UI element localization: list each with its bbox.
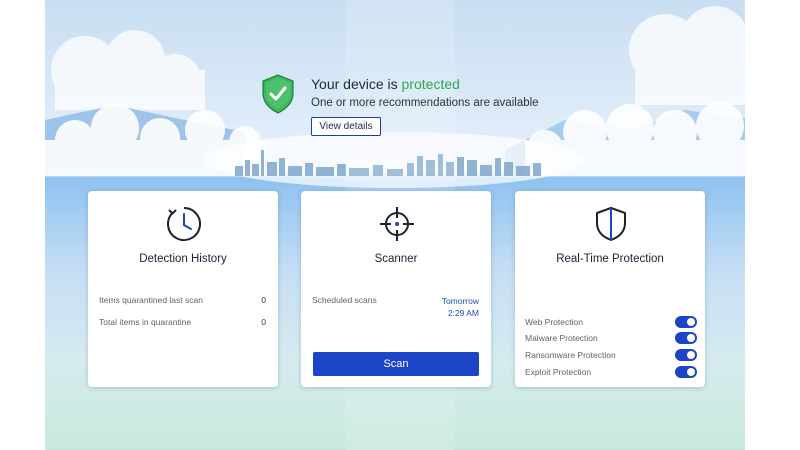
real-time-protection-title: Real-Time Protection <box>556 253 664 265</box>
malware-protection-row: Malware Protection <box>525 332 697 346</box>
scheduled-scans-label: Scheduled scans <box>312 295 377 305</box>
app-window: Your device is protected One or more rec… <box>45 0 745 450</box>
status-protected-text: protected <box>401 76 460 92</box>
scan-button[interactable]: Scan <box>313 352 479 376</box>
total-quarantine-label: Total items in quarantine <box>99 317 192 327</box>
ransomware-protection-label: Ransomware Protection <box>525 350 616 360</box>
detection-history-title: Detection History <box>139 253 227 265</box>
status-subtitle: One or more recommendations are availabl… <box>311 97 539 109</box>
web-protection-row: Web Protection <box>525 316 697 330</box>
clock-icon <box>166 206 202 242</box>
malware-protection-toggle[interactable] <box>675 332 697 344</box>
crosshair-icon <box>379 206 415 242</box>
exploit-protection-toggle[interactable] <box>675 366 697 378</box>
scheduled-scan-day: Tomorrow <box>441 296 479 306</box>
page: Your device is protected One or more rec… <box>0 0 800 450</box>
web-protection-label: Web Protection <box>525 317 583 327</box>
status-title: Your device is protected <box>311 76 460 92</box>
ransomware-protection-row: Ransomware Protection <box>525 349 697 363</box>
view-details-button[interactable]: View details <box>311 117 381 136</box>
exploit-protection-row: Exploit Protection <box>525 366 697 380</box>
quarantined-last-scan-label: Items quarantined last scan <box>99 295 203 305</box>
status-banner: Your device is protected One or more rec… <box>261 72 591 142</box>
scheduled-scan-clock: 2:29 AM <box>447 308 479 318</box>
detection-history-card[interactable]: Detection History Items quarantined last… <box>88 191 278 387</box>
toggle-knob <box>687 334 695 342</box>
quarantined-last-scan-value: 0 <box>261 295 266 305</box>
malware-protection-label: Malware Protection <box>525 333 598 343</box>
web-protection-toggle[interactable] <box>675 316 697 328</box>
scanner-card[interactable]: Scanner Scheduled scans Tomorrow 2:29 AM… <box>301 191 491 387</box>
total-quarantine-value: 0 <box>261 317 266 327</box>
toggle-knob <box>687 368 695 376</box>
status-title-prefix: Your device is <box>311 76 402 92</box>
toggle-knob <box>687 318 695 326</box>
ransomware-protection-toggle[interactable] <box>675 349 697 361</box>
scanner-title: Scanner <box>374 253 418 265</box>
scheduled-scan-time[interactable]: Tomorrow 2:29 AM <box>442 295 479 319</box>
toggle-knob <box>687 351 695 359</box>
shield-check-icon <box>261 74 295 114</box>
real-time-protection-card[interactable]: Real-Time Protection Web Protection Malw… <box>515 191 705 387</box>
exploit-protection-label: Exploit Protection <box>525 367 592 377</box>
shield-icon <box>593 206 629 242</box>
